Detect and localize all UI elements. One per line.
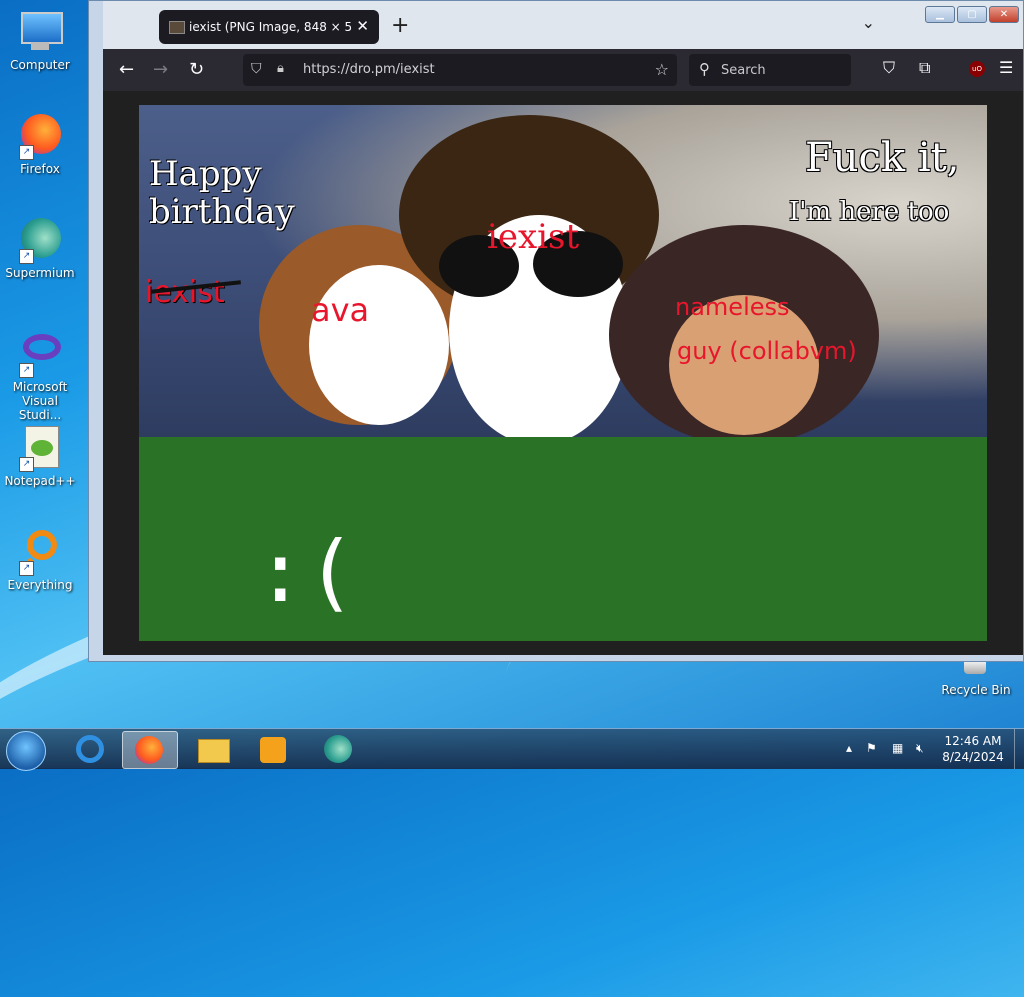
- close-window-button[interactable]: ✕: [989, 6, 1019, 23]
- system-clock[interactable]: 12:46 AM 8/24/2024: [936, 733, 1010, 765]
- internet-explorer-icon: [76, 735, 104, 763]
- close-tab-icon[interactable]: ✕: [356, 17, 369, 35]
- bookmark-star-icon[interactable]: ☆: [655, 60, 669, 79]
- desktop-icon-firefox[interactable]: ↗ Firefox: [0, 112, 80, 176]
- pocket-icon[interactable]: ⛉: [883, 58, 895, 78]
- shortcut-arrow-icon: ↗: [19, 561, 34, 576]
- recycle-bin-icon: [964, 662, 986, 674]
- clock-time: 12:46 AM: [944, 734, 1002, 748]
- desktop-icon-supermium[interactable]: ↗ Supermium: [0, 216, 80, 280]
- supermium-icon: ↗: [17, 216, 63, 264]
- minimize-button[interactable]: ▁: [925, 6, 955, 23]
- desktop-icon-everything[interactable]: ↗ Everything: [0, 528, 80, 592]
- everything-icon: ↗: [17, 528, 63, 576]
- url-bar[interactable]: ⛉ 🔒︎ https://dro.pm/iexist ☆: [243, 54, 677, 86]
- label-ava: ava: [311, 291, 370, 329]
- shortcut-arrow-icon: ↗: [19, 457, 34, 472]
- action-center-flag-icon[interactable]: ⚑: [866, 741, 877, 755]
- page-content: Happy birthday iexist Fuck it, I'm here …: [103, 91, 1023, 655]
- shortcut-arrow-icon: ↗: [19, 363, 34, 378]
- caption-right-2: I'm here too: [789, 197, 950, 227]
- frown-face-text: :(: [255, 523, 357, 621]
- supermium-icon: [324, 735, 352, 763]
- image-artwork: Happy birthday iexist Fuck it, I'm here …: [139, 105, 987, 445]
- desktop-icon-notepadpp[interactable]: ↗ Notepad++: [0, 424, 80, 488]
- firefox-icon: ↗: [17, 112, 63, 160]
- search-icon: ⚲: [699, 60, 710, 78]
- search-input[interactable]: ⚲ Search: [689, 54, 851, 86]
- tab-title: iexist (PNG Image, 848 × 535 pi: [189, 20, 353, 34]
- media-player-icon: [260, 737, 286, 763]
- list-tabs-chevron-icon[interactable]: ⌄: [862, 13, 875, 32]
- start-button[interactable]: [6, 731, 46, 771]
- ava-face: [309, 265, 449, 425]
- image-favicon-icon: [169, 21, 185, 34]
- clock-date: 8/24/2024: [942, 750, 1004, 764]
- firefox-icon: [135, 736, 163, 764]
- menu-hamburger-icon[interactable]: ☰: [999, 58, 1013, 77]
- taskbar-explorer[interactable]: [186, 731, 240, 767]
- taskbar-supermium[interactable]: [312, 731, 366, 767]
- label-iexist: iexist: [487, 217, 580, 257]
- lock-icon[interactable]: 🔒︎: [277, 61, 284, 76]
- url-text[interactable]: https://dro.pm/iexist: [303, 62, 435, 77]
- desktop-icon-visual-studio[interactable]: ↗ Microsoft Visual Studi...: [0, 330, 80, 422]
- volume-muted-icon[interactable]: 🔇︎: [916, 741, 924, 756]
- desktop-icon-label: Microsoft Visual Studi...: [12, 380, 68, 422]
- tracking-shield-icon[interactable]: ⛉: [251, 61, 262, 77]
- show-desktop-button[interactable]: [1014, 729, 1024, 769]
- caption-happy: Happy: [149, 154, 262, 194]
- desktop-icon-label: Everything: [7, 578, 73, 592]
- folder-icon: [198, 739, 230, 763]
- navigation-toolbar: ← → ↻ ⛉ 🔒︎ https://dro.pm/iexist ☆ ⚲ Sea…: [103, 49, 1023, 91]
- birthday-caption: Happy birthday: [149, 155, 295, 231]
- caption-right-1: Fuck it,: [805, 135, 960, 181]
- taskbar-media-player[interactable]: [246, 731, 300, 767]
- notepadpp-icon: ↗: [17, 424, 63, 472]
- displayed-image[interactable]: Happy birthday iexist Fuck it, I'm here …: [139, 105, 987, 641]
- tab-strip: iexist (PNG Image, 848 × 535 pi ✕ + ⌄: [103, 1, 1023, 49]
- network-icon[interactable]: ▦: [892, 741, 903, 755]
- desktop-icon-label: Computer: [10, 58, 70, 72]
- desktop-icon-label: Firefox: [20, 162, 60, 176]
- desktop-icon-label: Recycle Bin: [941, 683, 1011, 697]
- desktop-icon-computer[interactable]: Computer: [0, 8, 80, 72]
- search-placeholder: Search: [721, 63, 766, 78]
- label-nameless: nameless: [675, 293, 790, 321]
- caption-birthday: birthday: [149, 192, 295, 232]
- ublock-origin-icon[interactable]: uO: [969, 61, 985, 77]
- shortcut-arrow-icon: ↗: [19, 145, 34, 160]
- back-arrow-icon[interactable]: ←: [119, 59, 134, 80]
- taskbar-internet-explorer[interactable]: [62, 731, 116, 767]
- computer-icon: [17, 8, 63, 54]
- taskbar-firefox[interactable]: [122, 731, 178, 769]
- desktop-icon-label: Supermium: [5, 266, 75, 280]
- browser-window: iexist (PNG Image, 848 × 535 pi ✕ + ⌄ ▁ …: [88, 0, 1024, 662]
- tab-iexist[interactable]: iexist (PNG Image, 848 × 535 pi ✕: [159, 10, 379, 44]
- maximize-button[interactable]: ▢: [957, 6, 987, 23]
- visual-studio-icon: ↗: [17, 330, 63, 378]
- label-nameless-guy: guy (collabvm): [677, 337, 857, 365]
- reload-icon[interactable]: ↻: [189, 59, 204, 80]
- forward-arrow-icon[interactable]: →: [153, 59, 168, 80]
- extensions-puzzle-icon[interactable]: ⧉: [919, 58, 930, 78]
- show-hidden-icons-chevron-icon[interactable]: ▴: [846, 741, 852, 755]
- shortcut-arrow-icon: ↗: [19, 249, 34, 264]
- taskbar: ▴ ⚑ ▦ 🔇︎ 12:46 AM 8/24/2024: [0, 728, 1024, 771]
- new-tab-button[interactable]: +: [391, 13, 409, 38]
- desktop-icon-label: Notepad++: [4, 474, 76, 488]
